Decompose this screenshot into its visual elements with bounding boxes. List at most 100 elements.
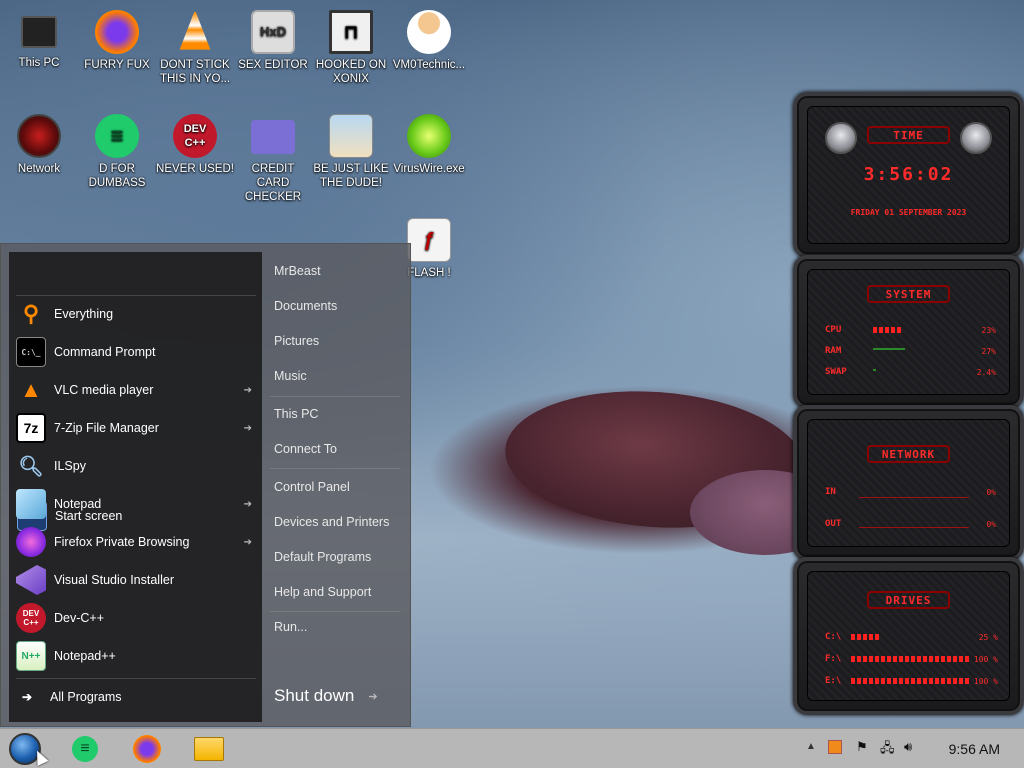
taskbar-firefox[interactable]: [130, 733, 164, 765]
credit-card-icon: [251, 120, 295, 154]
desktop-icon-viruswire[interactable]: VirusWire.exe: [390, 114, 468, 176]
drive-f-value: 100 %: [973, 655, 998, 664]
desktop-icon-dont-stick[interactable]: DONT STICK THIS IN YO...: [156, 10, 234, 86]
widget-date: FRIDAY 01 SEPTEMBER 2023: [850, 208, 967, 217]
start-item-vlc[interactable]: ▲ VLC media player ➔: [16, 373, 256, 407]
start-link-music[interactable]: Music: [274, 369, 307, 383]
doctor-icon: [407, 10, 451, 54]
start-item-notepad[interactable]: Notepad ➔: [16, 487, 256, 521]
visual-studio-icon: [16, 565, 46, 595]
tray-volume-icon[interactable]: 🔊︎: [904, 739, 912, 755]
start-link-pictures[interactable]: Pictures: [274, 334, 319, 348]
drive-c-label: C:\: [825, 632, 842, 642]
desktop-icon-never-used[interactable]: DEV C++ NEVER USED!: [156, 114, 234, 176]
cpu-value: 23%: [981, 326, 996, 335]
file-explorer-icon: [194, 737, 224, 761]
net-in-value: 0%: [986, 488, 996, 497]
cpu-bar: [873, 327, 901, 333]
desktop-icon-sex-editor[interactable]: HxD SEX EDITOR: [234, 10, 312, 72]
desktop-icon-the-dude[interactable]: BE JUST LIKE THE DUDE!: [312, 114, 390, 190]
start-right-separator: [270, 611, 400, 612]
net-out-value: 0%: [986, 520, 996, 529]
submenu-arrow-icon: ➔: [243, 422, 252, 434]
desktop-icon-d-for-dumbass[interactable]: ≡ D FOR DUMBASS: [78, 114, 156, 190]
start-link-mrbeast[interactable]: MrBeast: [274, 264, 321, 278]
desktop-icon-this-pc[interactable]: This PC: [0, 10, 78, 70]
start-separator: [16, 295, 256, 296]
net-in-label: IN: [825, 487, 836, 497]
drive-e-bar: [851, 678, 971, 684]
start-right-separator: [270, 396, 400, 397]
arrow-right-icon: ➔: [21, 690, 33, 704]
net-in-graph: [859, 497, 969, 498]
submenu-arrow-icon: ➔: [243, 384, 252, 396]
start-link-run[interactable]: Run...: [274, 620, 307, 634]
start-link-connect-to[interactable]: Connect To: [274, 442, 337, 456]
start-link-control-panel[interactable]: Control Panel: [274, 480, 350, 494]
tray-app-icon[interactable]: [828, 740, 842, 754]
hxd-icon: HxD: [251, 10, 295, 54]
start-link-devices-printers[interactable]: Devices and Printers: [274, 515, 389, 529]
start-item-notepadpp[interactable]: N++ Notepad++: [16, 639, 256, 673]
7zip-icon: 7z: [16, 413, 46, 443]
taskbar-clock[interactable]: 9:56 AM: [949, 741, 1000, 757]
system-widget-title: SYSTEM: [885, 288, 932, 301]
devcpp-icon: DEV C++: [173, 114, 217, 158]
firefox-icon: [95, 10, 139, 54]
xonix-icon: ⊓: [329, 10, 373, 54]
start-link-this-pc[interactable]: This PC: [274, 407, 318, 421]
system-widget: SYSTEM CPU 23% RAM 27% SWAP 2.4%: [793, 255, 1024, 409]
start-link-documents[interactable]: Documents: [274, 299, 337, 313]
desktop-icon-furry-fux[interactable]: FURRY FUX: [78, 10, 156, 72]
ilspy-icon: 🔍︎: [18, 455, 44, 478]
tray-flag-icon[interactable]: ⚑: [856, 739, 868, 755]
drive-c-bar: [851, 634, 881, 640]
drive-f-bar: [851, 656, 971, 662]
start-link-help-support[interactable]: Help and Support: [274, 585, 371, 599]
start-item-visual-studio-installer[interactable]: Visual Studio Installer: [16, 563, 256, 597]
shutdown-button[interactable]: Shut down ➔: [274, 686, 378, 706]
net-out-graph: [859, 527, 969, 528]
green-chat-icon: ≡: [72, 736, 98, 762]
drive-c-value: 25 %: [978, 633, 998, 642]
tray-network-icon[interactable]: 🖧︎: [880, 739, 895, 761]
ram-label: RAM: [825, 346, 842, 356]
tray-chevron-up-icon[interactable]: ▲: [806, 741, 816, 752]
start-item-firefox-private[interactable]: Firefox Private Browsing ➔: [16, 525, 256, 559]
start-link-default-programs[interactable]: Default Programs: [274, 550, 371, 564]
shutdown-arrow-icon[interactable]: ➔: [368, 690, 377, 703]
cmd-icon: C:\_: [16, 337, 46, 367]
network-widget: NETWORK IN 0% OUT 0%: [793, 405, 1024, 561]
start-item-devcpp[interactable]: DEV C++ Dev-C++: [16, 601, 256, 635]
ram-value: 27%: [981, 347, 996, 356]
submenu-arrow-icon: ➔: [243, 536, 252, 548]
flash-icon: ƒ: [407, 218, 451, 262]
taskbar: ≡ ▲ ⚑ 🖧︎ 🔊︎ 9:56 AM: [0, 728, 1024, 768]
start-item-everything[interactable]: ⚲ Everything: [16, 297, 256, 331]
dude-icon: [329, 114, 373, 158]
ram-bar: [873, 348, 905, 350]
taskbar-file-explorer[interactable]: [192, 733, 226, 765]
drive-e-label: E:\: [825, 676, 842, 686]
network-widget-title: NETWORK: [881, 448, 936, 461]
notepad-icon: [16, 489, 46, 519]
taskbar-green-chat[interactable]: ≡: [68, 733, 102, 765]
all-programs-button[interactable]: ➔ All Programs: [16, 680, 256, 714]
drive-e-value: 100 %: [973, 677, 998, 686]
desktop-icon-credit-card[interactable]: CREDIT CARD CHECKER: [234, 114, 312, 204]
start-item-7zip[interactable]: 7z 7-Zip File Manager ➔: [16, 411, 256, 445]
desktop-icon-network[interactable]: Network: [0, 114, 78, 176]
drive-f-label: F:\: [825, 654, 842, 664]
desktop-icon-xonix[interactable]: ⊓ HOOKED ON XONIX: [312, 10, 390, 86]
network-icon: [17, 114, 61, 158]
start-item-ilspy[interactable]: 🔍︎ ILSpy: [16, 449, 256, 483]
desktop-icon-vm0[interactable]: VM0Technic...: [390, 10, 468, 72]
submenu-arrow-icon: ➔: [243, 498, 252, 510]
monitor-icon: [21, 16, 57, 48]
widget-clock: 3:56:02: [863, 164, 954, 185]
start-item-command-prompt[interactable]: C:\_ Command Prompt: [16, 335, 256, 369]
notepadpp-icon: N++: [16, 641, 46, 671]
swap-value: 2.4%: [976, 368, 996, 377]
net-out-label: OUT: [825, 519, 842, 529]
green-chat-icon: ≡: [95, 114, 139, 158]
